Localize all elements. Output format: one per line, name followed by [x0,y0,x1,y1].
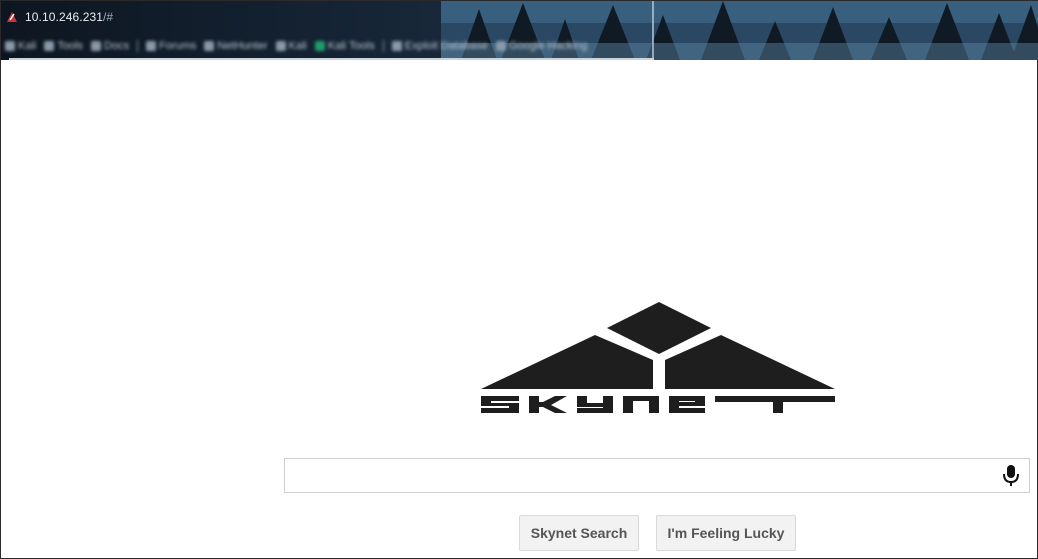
bookmark-item[interactable]: Kali [5,40,36,52]
fox-icon [5,10,19,24]
search-input[interactable] [285,459,1005,492]
bookmark-separator [382,40,384,52]
bookmark-item[interactable]: Exploit Database [391,40,488,52]
tab-underline [9,58,654,60]
bookmark-item[interactable]: Forums [146,40,196,52]
search-box [284,458,1030,493]
bookmark-item[interactable]: Kali Tools [314,40,375,52]
microphone-icon[interactable] [1001,464,1021,488]
browser-chrome: 10.10.246.231 /# Kali Tools Docs Forums … [1,1,1038,60]
bookmark-item[interactable]: NetHunter [204,40,268,52]
bookmark-icon [391,41,402,51]
bookmark-icon [275,41,286,51]
bookmark-icon [495,41,506,51]
feeling-lucky-button[interactable]: I'm Feeling Lucky [656,515,796,551]
url-hash: /# [103,10,114,24]
bookmark-icon [314,41,325,51]
bookmark-icon [91,41,102,51]
address-bar[interactable]: 10.10.246.231 /# [5,7,113,27]
bookmark-icon [204,41,215,51]
bookmark-icon [44,41,55,51]
bookmark-separator [137,40,139,52]
bookmark-item[interactable]: Google Hacking [495,40,587,52]
skynet-logo [481,302,835,413]
bookmark-icon [146,41,157,51]
bookmark-item[interactable]: Tools [44,40,83,52]
bookmark-item[interactable]: Docs [91,40,129,52]
bookmark-item[interactable]: Kali [275,40,307,52]
url-host: 10.10.246.231 [25,10,104,24]
bookmarks-bar: Kali Tools Docs Forums NetHunter Kali Ka… [5,38,587,54]
bookmark-icon [5,41,15,51]
skynet-search-button[interactable]: Skynet Search [519,515,639,551]
